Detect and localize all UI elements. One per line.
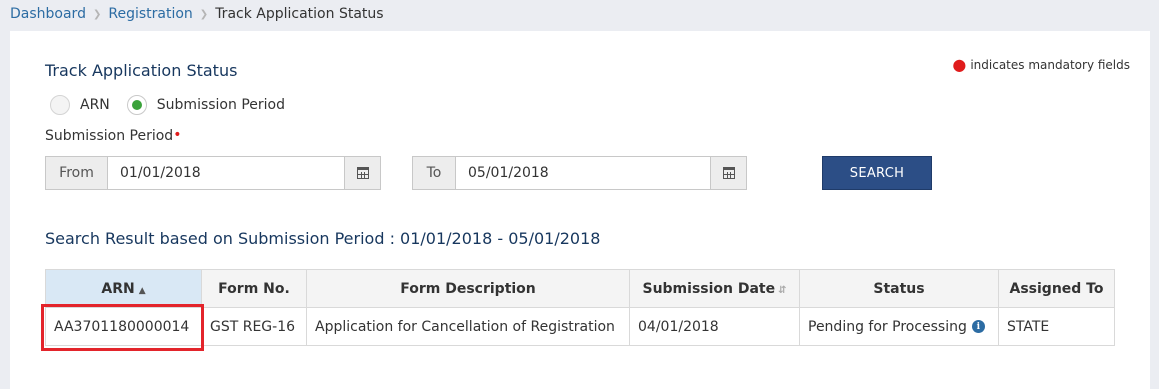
column-form-no: Form No.: [201, 269, 307, 308]
form-description-cell: Application for Cancellation of Registra…: [306, 307, 630, 346]
results-table: ARN ▲ Form No. Form Description Submissio…: [41, 269, 1115, 351]
submission-period-label-text: Submission Period: [45, 128, 174, 144]
breadcrumb-current: Track Application Status: [215, 6, 384, 22]
column-status: Status: [799, 269, 999, 308]
sort-ascending-icon: ▲: [138, 285, 146, 296]
submission-period-label: Submission Period•: [45, 128, 181, 144]
sort-icon: ⇵: [778, 284, 787, 296]
table-row: AA3701180000014 GST REG-16 Application f…: [41, 304, 1115, 351]
table-header-row: ARN ▲ Form No. Form Description Submissio…: [45, 269, 1115, 308]
column-submission-date[interactable]: Submission Date ⇵: [629, 269, 800, 308]
main-panel: Track Application Status ● indicates man…: [10, 31, 1150, 389]
radio-arn-label[interactable]: ARN: [80, 97, 110, 113]
to-label: To: [413, 157, 456, 189]
radio-submission-period-label[interactable]: Submission Period: [157, 97, 285, 113]
to-date-input[interactable]: 05/01/2018: [456, 157, 710, 189]
breadcrumb-dashboard[interactable]: Dashboard: [10, 6, 86, 22]
breadcrumb-registration[interactable]: Registration: [108, 6, 192, 22]
chevron-right-icon: ❯: [199, 8, 209, 20]
required-dot-icon: ●: [952, 55, 967, 74]
breadcrumb: Dashboard ❯ Registration ❯ Track Applica…: [10, 4, 384, 24]
column-assigned-to-label: Assigned To: [1009, 280, 1104, 297]
column-arn[interactable]: ARN ▲: [45, 269, 202, 308]
radio-arn[interactable]: [50, 95, 70, 115]
from-calendar-button[interactable]: [344, 157, 380, 189]
column-form-description-label: Form Description: [400, 280, 536, 297]
mandatory-note: ● indicates mandatory fields: [952, 55, 1130, 74]
results-title: Search Result based on Submission Period…: [45, 229, 601, 248]
status-cell: Pending for Processing i: [799, 307, 999, 346]
column-form-no-label: Form No.: [218, 280, 290, 297]
column-form-description: Form Description: [306, 269, 630, 308]
highlight-box: [41, 304, 204, 351]
search-button[interactable]: SEARCH: [822, 156, 932, 190]
column-arn-label: ARN: [101, 280, 135, 297]
calendar-icon: [722, 167, 735, 179]
arn-cell[interactable]: AA3701180000014: [41, 304, 204, 351]
page-title: Track Application Status: [45, 61, 238, 80]
to-calendar-button[interactable]: [710, 157, 746, 189]
mandatory-note-text: indicates mandatory fields: [970, 58, 1130, 72]
info-icon[interactable]: i: [971, 320, 985, 333]
from-date-input[interactable]: 01/01/2018: [108, 157, 344, 189]
submission-date-cell: 04/01/2018: [629, 307, 800, 346]
radio-submission-period[interactable]: [126, 95, 147, 115]
from-label: From: [46, 157, 108, 189]
calendar-icon: [356, 167, 369, 179]
required-dot-icon: •: [173, 127, 182, 143]
status-text: Pending for Processing: [808, 318, 967, 335]
column-status-label: Status: [873, 280, 925, 297]
search-type-radio-group: ARN Submission Period: [50, 95, 302, 115]
form-no-cell: GST REG-16: [201, 307, 307, 346]
column-assigned-to: Assigned To: [998, 269, 1115, 308]
assigned-to-cell: STATE: [998, 307, 1115, 346]
column-submission-date-label: Submission Date: [642, 280, 776, 297]
from-date-group: From 01/01/2018: [45, 156, 381, 190]
to-date-group: To 05/01/2018: [412, 156, 747, 190]
chevron-right-icon: ❯: [92, 8, 102, 20]
